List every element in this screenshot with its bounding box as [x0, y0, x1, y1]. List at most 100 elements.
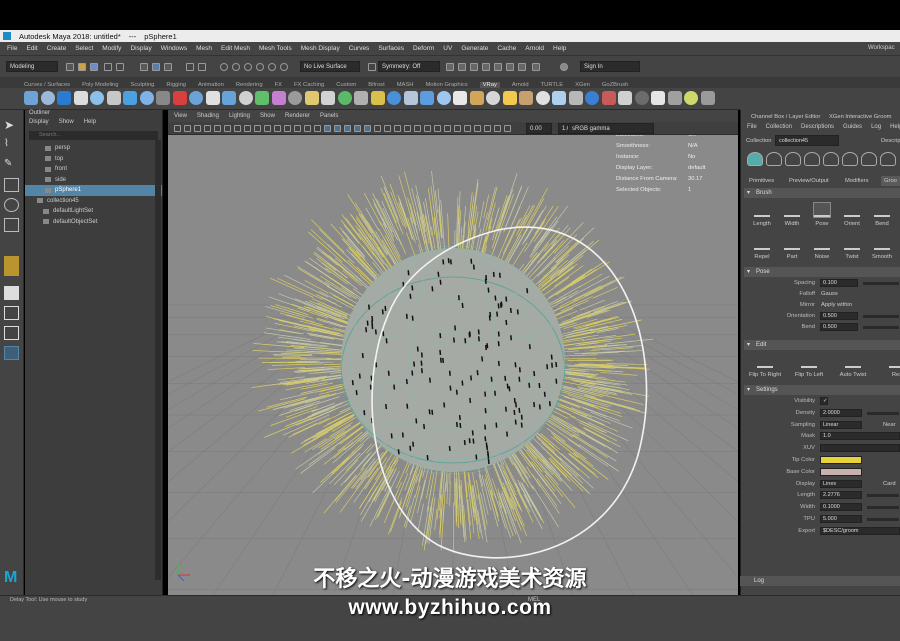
edit-button-icon[interactable]	[801, 354, 817, 368]
menu-item[interactable]: Cache	[497, 45, 516, 52]
outliner-menu-item[interactable]: Help	[84, 119, 96, 129]
menu-item[interactable]: Surfaces	[378, 45, 404, 52]
shelf-tool-icon[interactable]	[255, 91, 269, 105]
edit-button-icon[interactable]	[845, 354, 861, 368]
select-component-icon[interactable]	[164, 63, 172, 71]
viewport-tool-icon[interactable]	[344, 125, 351, 132]
snap-surface-icon[interactable]	[268, 63, 276, 71]
width-brush-icon[interactable]	[784, 203, 800, 217]
edit-button-icon[interactable]	[889, 354, 900, 368]
outliner-item[interactable]: side	[25, 175, 162, 186]
viewport-tool-icon[interactable]	[244, 125, 251, 132]
settings-param-field[interactable]	[820, 467, 862, 476]
length-brush-icon[interactable]	[754, 203, 770, 217]
render-settings-icon[interactable]	[470, 63, 478, 71]
menuset-dropdown[interactable]: Modeling	[6, 61, 58, 72]
viewport-tool-icon[interactable]	[394, 125, 401, 132]
menu-item[interactable]: Mesh Display	[301, 45, 340, 52]
outliner-scrollbar[interactable]	[155, 140, 161, 580]
settings-param-field[interactable]: 5.000	[820, 515, 862, 523]
menu-item[interactable]: Curves	[349, 45, 370, 52]
shelf-tool-icon[interactable]	[288, 91, 302, 105]
viewport-tool-icon[interactable]	[204, 125, 211, 132]
sign-in-dropdown[interactable]: Sign In	[580, 61, 640, 72]
channel-box-tab[interactable]: Channel Box / Layer Editor	[751, 112, 820, 122]
viewport-tool-icon[interactable]	[234, 125, 241, 132]
viewport-3d[interactable]: Backfaces: On Smoothness: N/A Instance: No Dis…	[168, 135, 738, 595]
xgen-menu-item[interactable]: Log	[871, 124, 881, 134]
viewport-tool-icon[interactable]	[484, 125, 491, 132]
shelf-tool-icon[interactable]	[684, 91, 698, 105]
shelf-tool-icon[interactable]	[73, 91, 88, 105]
user-icon[interactable]	[560, 63, 568, 71]
shelf-tool-icon[interactable]	[222, 91, 236, 105]
live-surface-field[interactable]: No Live Surface	[300, 61, 360, 72]
shelf-tool-icon[interactable]	[321, 91, 335, 105]
move-tool-icon[interactable]	[4, 178, 19, 192]
menu-item[interactable]: Windows	[161, 45, 187, 52]
menu-item[interactable]: Modify	[102, 45, 121, 52]
rotate-tool-icon[interactable]	[4, 198, 19, 212]
shelf-tool-icon[interactable]	[24, 91, 38, 105]
xgen-tool-icon[interactable]	[804, 152, 820, 166]
part-brush-icon[interactable]	[784, 236, 800, 250]
scale-tool-icon[interactable]	[4, 218, 19, 232]
subtab-preview-output[interactable]: Preview/Output	[789, 176, 829, 186]
outliner-item[interactable]: front	[25, 164, 162, 175]
two-pane-icon[interactable]	[4, 326, 19, 340]
noise-brush-icon[interactable]	[814, 236, 830, 250]
xgen-tool-icon[interactable]	[785, 152, 801, 166]
settings-param-slider[interactable]	[867, 494, 899, 498]
render-icon[interactable]	[446, 63, 454, 71]
render-setup-icon[interactable]	[494, 63, 502, 71]
xgen-menu-item[interactable]: Guides	[843, 124, 862, 134]
brush-section-header[interactable]: Brush	[744, 188, 900, 198]
shelf-tool-icon[interactable]	[205, 91, 220, 105]
viewport-menu-item[interactable]: Shading	[197, 113, 219, 119]
settings-param-field[interactable]: $DESC/groom	[820, 526, 900, 535]
viewport-menu-item[interactable]: Show	[260, 113, 275, 119]
shelf-tool-icon[interactable]	[354, 91, 368, 105]
twist-brush-icon[interactable]	[844, 236, 860, 250]
orient-brush-icon[interactable]	[844, 203, 860, 217]
shelf-tool-icon[interactable]	[387, 91, 401, 105]
shelf-tool-icon[interactable]	[502, 91, 517, 105]
viewport-tool-icon[interactable]	[174, 125, 181, 132]
repel-brush-icon[interactable]	[754, 236, 770, 250]
viewport-tool-icon[interactable]	[324, 125, 331, 132]
settings-param-field[interactable]: 2.0000	[820, 408, 862, 417]
shelf-tool-icon[interactable]	[667, 91, 682, 105]
pose-param-field[interactable]: 0.500	[820, 312, 858, 320]
symmetry-dropdown[interactable]: Symmetry: Off	[378, 61, 440, 72]
radio-option[interactable]: Apply within	[821, 302, 852, 308]
redo-icon[interactable]	[116, 63, 124, 71]
shelf-tool-icon[interactable]	[453, 91, 467, 105]
viewport-tool-icon[interactable]	[304, 125, 311, 132]
color-space-dropdown[interactable]: sRGB gamma	[568, 123, 654, 134]
outliner-item[interactable]: collection45	[25, 196, 162, 207]
xgen-tool-icon[interactable]	[823, 152, 839, 166]
viewport-tool-icon[interactable]	[294, 125, 301, 132]
sampling-other-option[interactable]: Near	[883, 422, 896, 428]
select-hierarchy-icon[interactable]	[140, 63, 148, 71]
settings-param-field[interactable]: 1.0	[820, 432, 900, 441]
display-other-option[interactable]: Card	[883, 481, 896, 487]
viewport-tool-icon[interactable]	[214, 125, 221, 132]
shelf-tool-icon[interactable]	[40, 91, 55, 105]
viewport-tool-icon[interactable]	[414, 125, 421, 132]
shelf-tool-icon[interactable]	[238, 91, 253, 105]
viewport-menu-item[interactable]: Lighting	[229, 113, 250, 119]
outliner-item[interactable]: persp	[25, 143, 162, 154]
xgen-menu-item[interactable]: Help	[890, 124, 900, 134]
single-pane-icon[interactable]	[4, 286, 19, 300]
select-object-icon[interactable]	[152, 63, 160, 71]
viewport-tool-icon[interactable]	[334, 125, 341, 132]
xgen-groom-tab[interactable]: XGen Interactive Groom	[829, 112, 900, 122]
settings-param-field[interactable]: 0.1000	[820, 503, 862, 512]
viewport-tool-icon[interactable]	[364, 125, 371, 132]
shelf-tool-icon[interactable]	[337, 91, 352, 105]
viewport-tool-icon[interactable]	[434, 125, 441, 132]
viewport-tool-icon[interactable]	[374, 125, 381, 132]
shelf-tool-icon[interactable]	[585, 91, 599, 105]
undo-icon[interactable]	[104, 63, 112, 71]
